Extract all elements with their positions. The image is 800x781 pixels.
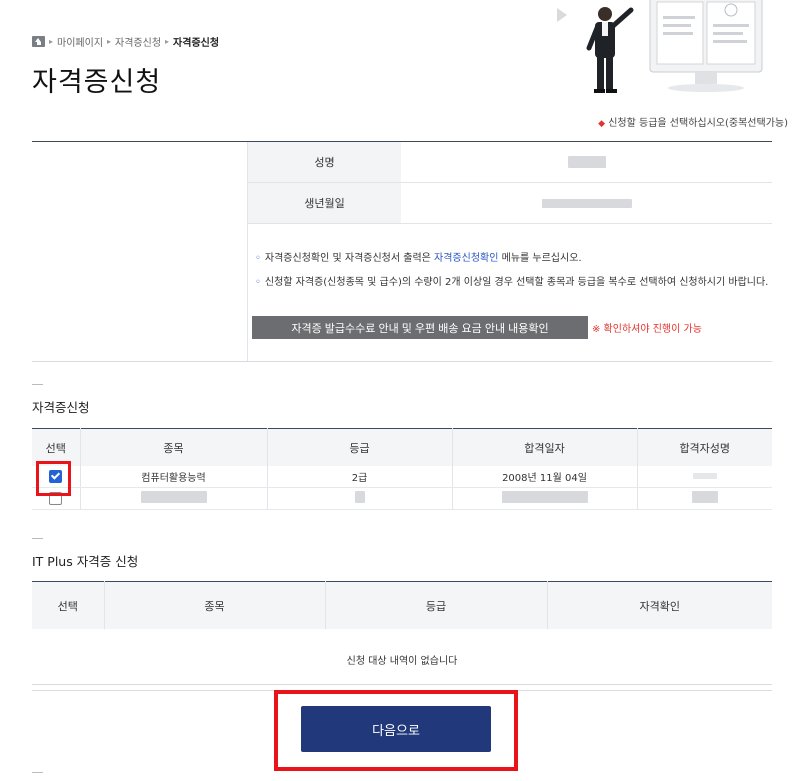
divider [32,361,772,362]
birth-value-masked [401,183,772,223]
item-cell-masked [79,487,267,510]
table-row [32,487,772,510]
breadcrumb-item-cert[interactable]: 자격증신청 [115,34,161,49]
itplus-section-title: IT Plus 자격증 신청 [32,554,139,569]
birth-row: 생년월일 [248,183,772,224]
pointer-shape [557,8,567,22]
highlight-checkbox-box [36,461,71,496]
item-cell: 컴퓨터활용능력 [79,466,267,488]
name-value-masked [401,142,772,182]
breadcrumb-current: 자격증신청 [173,38,220,49]
chevron-right-icon: ▸ [165,37,170,46]
cert-table-header: 선택 종목 등급 합격일자 합격자성명 [32,428,772,466]
section-mark [32,384,43,385]
divider [32,684,772,685]
guide-warning: ※ 확인하셔야 진행이 가능 [592,324,702,335]
hero-illustration [557,0,763,93]
selection-note-text: 신청할 등급을 선택하십시오(중복선택가능) [608,118,788,129]
breadcrumb: ▸ 마이페이지 ▸ 자격증신청 ▸ 자격증신청 [32,34,219,49]
col-grade: 등급 [266,428,452,466]
cert-table: 선택 종목 등급 합격일자 합격자성명 컴퓨터활용능력 2급 2008년 11월… [32,428,772,510]
name-cell-masked [636,487,772,510]
notice-2: ◦ 신청할 자격증(신청종목 및 급수)의 수량이 2개 이상일 경우 선택할 종… [255,277,769,288]
empty-row: 신청 대상 내역이 없습니다 [32,629,772,691]
table-row: 컴퓨터활용능력 2급 2008년 11월 04일 [32,466,772,488]
birth-label: 생년월일 [248,183,401,223]
cert-confirm-link[interactable]: 자격증신청확인 [434,253,498,264]
empty-message: 신청 대상 내역이 없습니다 [32,629,772,691]
chevron-right-icon: ▸ [107,37,112,46]
diamond-icon: ◆ [598,119,606,129]
col-verify: 자격확인 [546,581,772,629]
grade-cell: 2급 [266,466,452,488]
cert-section-title: 자격증신청 [32,400,90,415]
col-item: 종목 [79,428,267,466]
selection-note: ◆ 신청할 등급을 선택하십시오(중복선택가능) [598,114,788,129]
person-head [598,7,612,21]
col-name: 합격자성명 [636,428,772,466]
col-item: 종목 [103,581,325,629]
col-date: 합격일자 [451,428,637,466]
itplus-table-header: 선택 종목 등급 자격확인 [32,581,772,629]
grade-cell-masked [266,487,452,510]
breadcrumb-item-mypage[interactable]: 마이페이지 [57,34,103,49]
highlight-next-box [274,690,518,771]
date-cell-masked [451,487,637,510]
chevron-right-icon: ▸ [49,37,54,46]
col-select: 선택 [32,581,104,629]
name-label: 성명 [248,142,401,182]
section-mark [32,772,43,773]
section-mark [32,538,43,539]
home-icon[interactable] [32,36,45,47]
col-grade: 등급 [324,581,547,629]
name-row: 성명 [248,142,772,183]
name-cell-masked [636,466,772,488]
itplus-table: 선택 종목 등급 자격확인 신청 대상 내역이 없습니다 [32,581,772,691]
page-title: 자격증신청 [32,67,162,98]
fee-guide-button[interactable]: 자격증 발급수수료 안내 및 우편 배송 요금 안내 내용확인 [252,316,588,339]
date-cell: 2008년 11월 04일 [451,466,637,488]
notice-1: ◦ 자격증신청확인 및 자격증신청서 출력은 자격증신청확인 메뉴를 누르십시오. [255,253,582,264]
